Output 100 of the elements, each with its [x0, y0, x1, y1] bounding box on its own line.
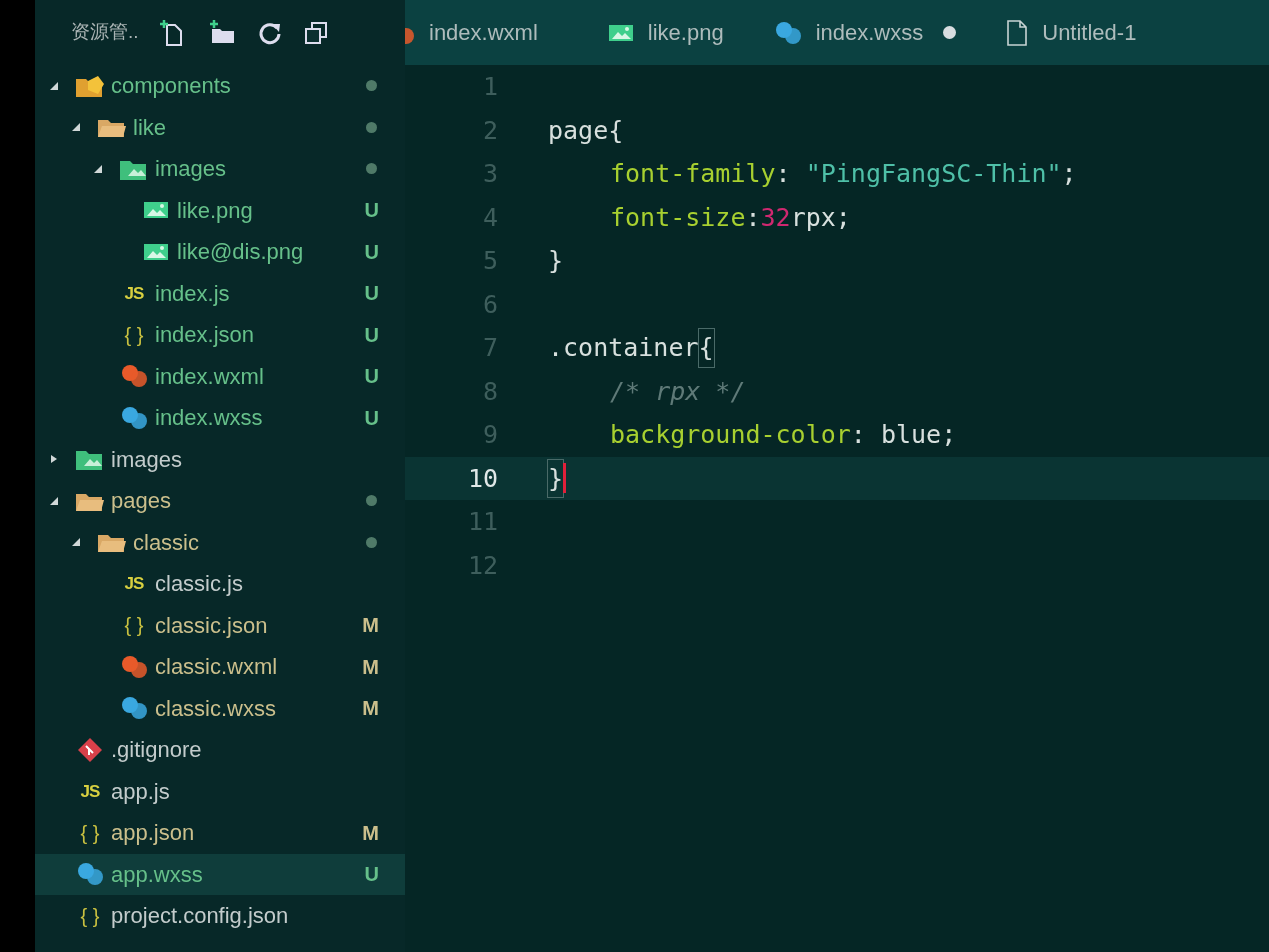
git-status: M: [362, 696, 379, 722]
git-icon: [77, 736, 103, 763]
tree-item[interactable]: like: [35, 106, 405, 148]
chat-bubbles-icon: [120, 654, 148, 679]
chat-bubbles-icon: [120, 405, 148, 430]
tab-label: Untitled-1: [1042, 19, 1137, 47]
braces-icon: { }: [124, 615, 144, 636]
file-name: app.wxss: [111, 860, 203, 889]
editor-tab[interactable]: Untitled-1: [1006, 0, 1187, 65]
git-status: U: [364, 322, 379, 348]
tree-item[interactable]: JS index.js U: [35, 272, 405, 314]
braces-icon: { }: [124, 324, 144, 345]
explorer-title: 资源管..: [71, 20, 139, 45]
git-status: U: [364, 239, 379, 265]
tree-item[interactable]: classic.wxss M: [35, 687, 405, 729]
javascript-icon: JS: [124, 284, 144, 302]
file-name: index.js: [155, 279, 230, 308]
tree-item[interactable]: images: [35, 148, 405, 190]
line-number: 11: [466, 506, 499, 538]
braces-icon: { }: [80, 905, 100, 926]
expanded-arrow-icon[interactable]: [49, 80, 59, 91]
git-status: M: [362, 820, 379, 846]
tree-item[interactable]: .gitignore: [35, 729, 405, 771]
tab-label: index.wxss: [815, 19, 924, 47]
file-icon: [1006, 19, 1029, 46]
chat-bubbles-icon: [773, 20, 802, 45]
code-token: 32: [760, 201, 791, 234]
git-status: U: [364, 281, 379, 307]
code-token: : blue;: [850, 419, 957, 451]
line-number: 12: [466, 549, 499, 582]
braces-icon: { }: [80, 822, 100, 843]
code-token: }: [548, 459, 564, 497]
tab-label: index.wxml: [429, 19, 538, 47]
javascript-icon: JS: [124, 575, 144, 593]
tree-item[interactable]: images: [35, 438, 405, 480]
image-icon: [143, 200, 169, 221]
editor-tab[interactable]: index.wxml: [405, 0, 608, 65]
code-token: {: [698, 329, 714, 367]
file-name: pages: [111, 487, 171, 516]
code-token: "PingFangSC-Thin": [805, 158, 1062, 190]
code-token: /* rpx */: [610, 375, 746, 408]
editor-tab[interactable]: index.wxss: [773, 0, 1007, 65]
editor-tab[interactable]: like.png: [607, 0, 774, 65]
image-icon: [607, 22, 634, 43]
code-token: background-color: [610, 419, 851, 451]
file-name: like: [133, 113, 166, 142]
collapse-all-icon[interactable]: [302, 19, 329, 46]
line-number: 8: [481, 375, 499, 408]
file-name: index.wxss: [155, 404, 263, 433]
tab-label: like.png: [647, 19, 724, 47]
file-name: project.config.json: [111, 902, 289, 931]
file-name: images: [155, 155, 226, 184]
expanded-arrow-icon[interactable]: [49, 495, 59, 506]
tree-item[interactable]: like@dis.png U: [35, 231, 405, 273]
line-number: 4: [481, 201, 499, 234]
chat-bubbles-icon: [76, 862, 104, 887]
tree-item[interactable]: app.wxss U: [35, 853, 405, 895]
file-name: classic.js: [155, 570, 243, 599]
tree-item[interactable]: index.wxml U: [35, 355, 405, 397]
tree-item[interactable]: { } index.json U: [35, 314, 405, 356]
image-icon: [143, 241, 169, 262]
code-token: }: [548, 245, 564, 277]
chat-bubbles-icon: [120, 364, 148, 389]
tree-item[interactable]: classic.wxml M: [35, 646, 405, 688]
file-name: images: [111, 445, 182, 474]
tree-item[interactable]: { } app.json M: [35, 812, 405, 854]
file-name: index.json: [155, 321, 255, 350]
tree-item[interactable]: pages: [35, 480, 405, 522]
line-number: 7: [481, 332, 499, 364]
javascript-icon: JS: [80, 782, 100, 800]
expanded-arrow-icon[interactable]: [71, 122, 81, 133]
line-number: 3: [481, 158, 499, 190]
code-token: font-family: [610, 158, 776, 190]
git-status: U: [364, 198, 379, 224]
tree-item[interactable]: components: [35, 65, 405, 107]
file-name: like@dis.png: [177, 238, 304, 267]
code-token: rpx;: [790, 201, 851, 234]
tree-item[interactable]: { } project.config.json: [35, 895, 405, 937]
code-token: ;: [1061, 158, 1077, 190]
tree-item[interactable]: { } classic.json M: [35, 604, 405, 646]
tree-item[interactable]: like.png U: [35, 189, 405, 231]
tree-item[interactable]: index.wxss U: [35, 397, 405, 439]
file-name: app.json: [111, 819, 195, 848]
code-token: :: [775, 158, 792, 190]
file-name: classic.wxml: [155, 653, 278, 682]
git-status: M: [362, 613, 379, 639]
file-name: components: [111, 72, 231, 101]
file-name: app.js: [111, 777, 170, 806]
tree-item[interactable]: JS app.js: [35, 770, 405, 812]
git-status: M: [362, 654, 379, 680]
expanded-arrow-icon[interactable]: [71, 537, 81, 548]
file-name: like.png: [177, 196, 253, 225]
chat-bubbles-icon: [120, 696, 148, 721]
expanded-arrow-icon[interactable]: [93, 163, 103, 174]
file-name: classic.json: [155, 611, 268, 640]
tree-item[interactable]: classic: [35, 521, 405, 563]
tree-item[interactable]: JS classic.js: [35, 563, 405, 605]
git-status: U: [364, 862, 379, 888]
collapsed-arrow-icon[interactable]: [49, 454, 59, 465]
git-status: U: [364, 405, 379, 431]
